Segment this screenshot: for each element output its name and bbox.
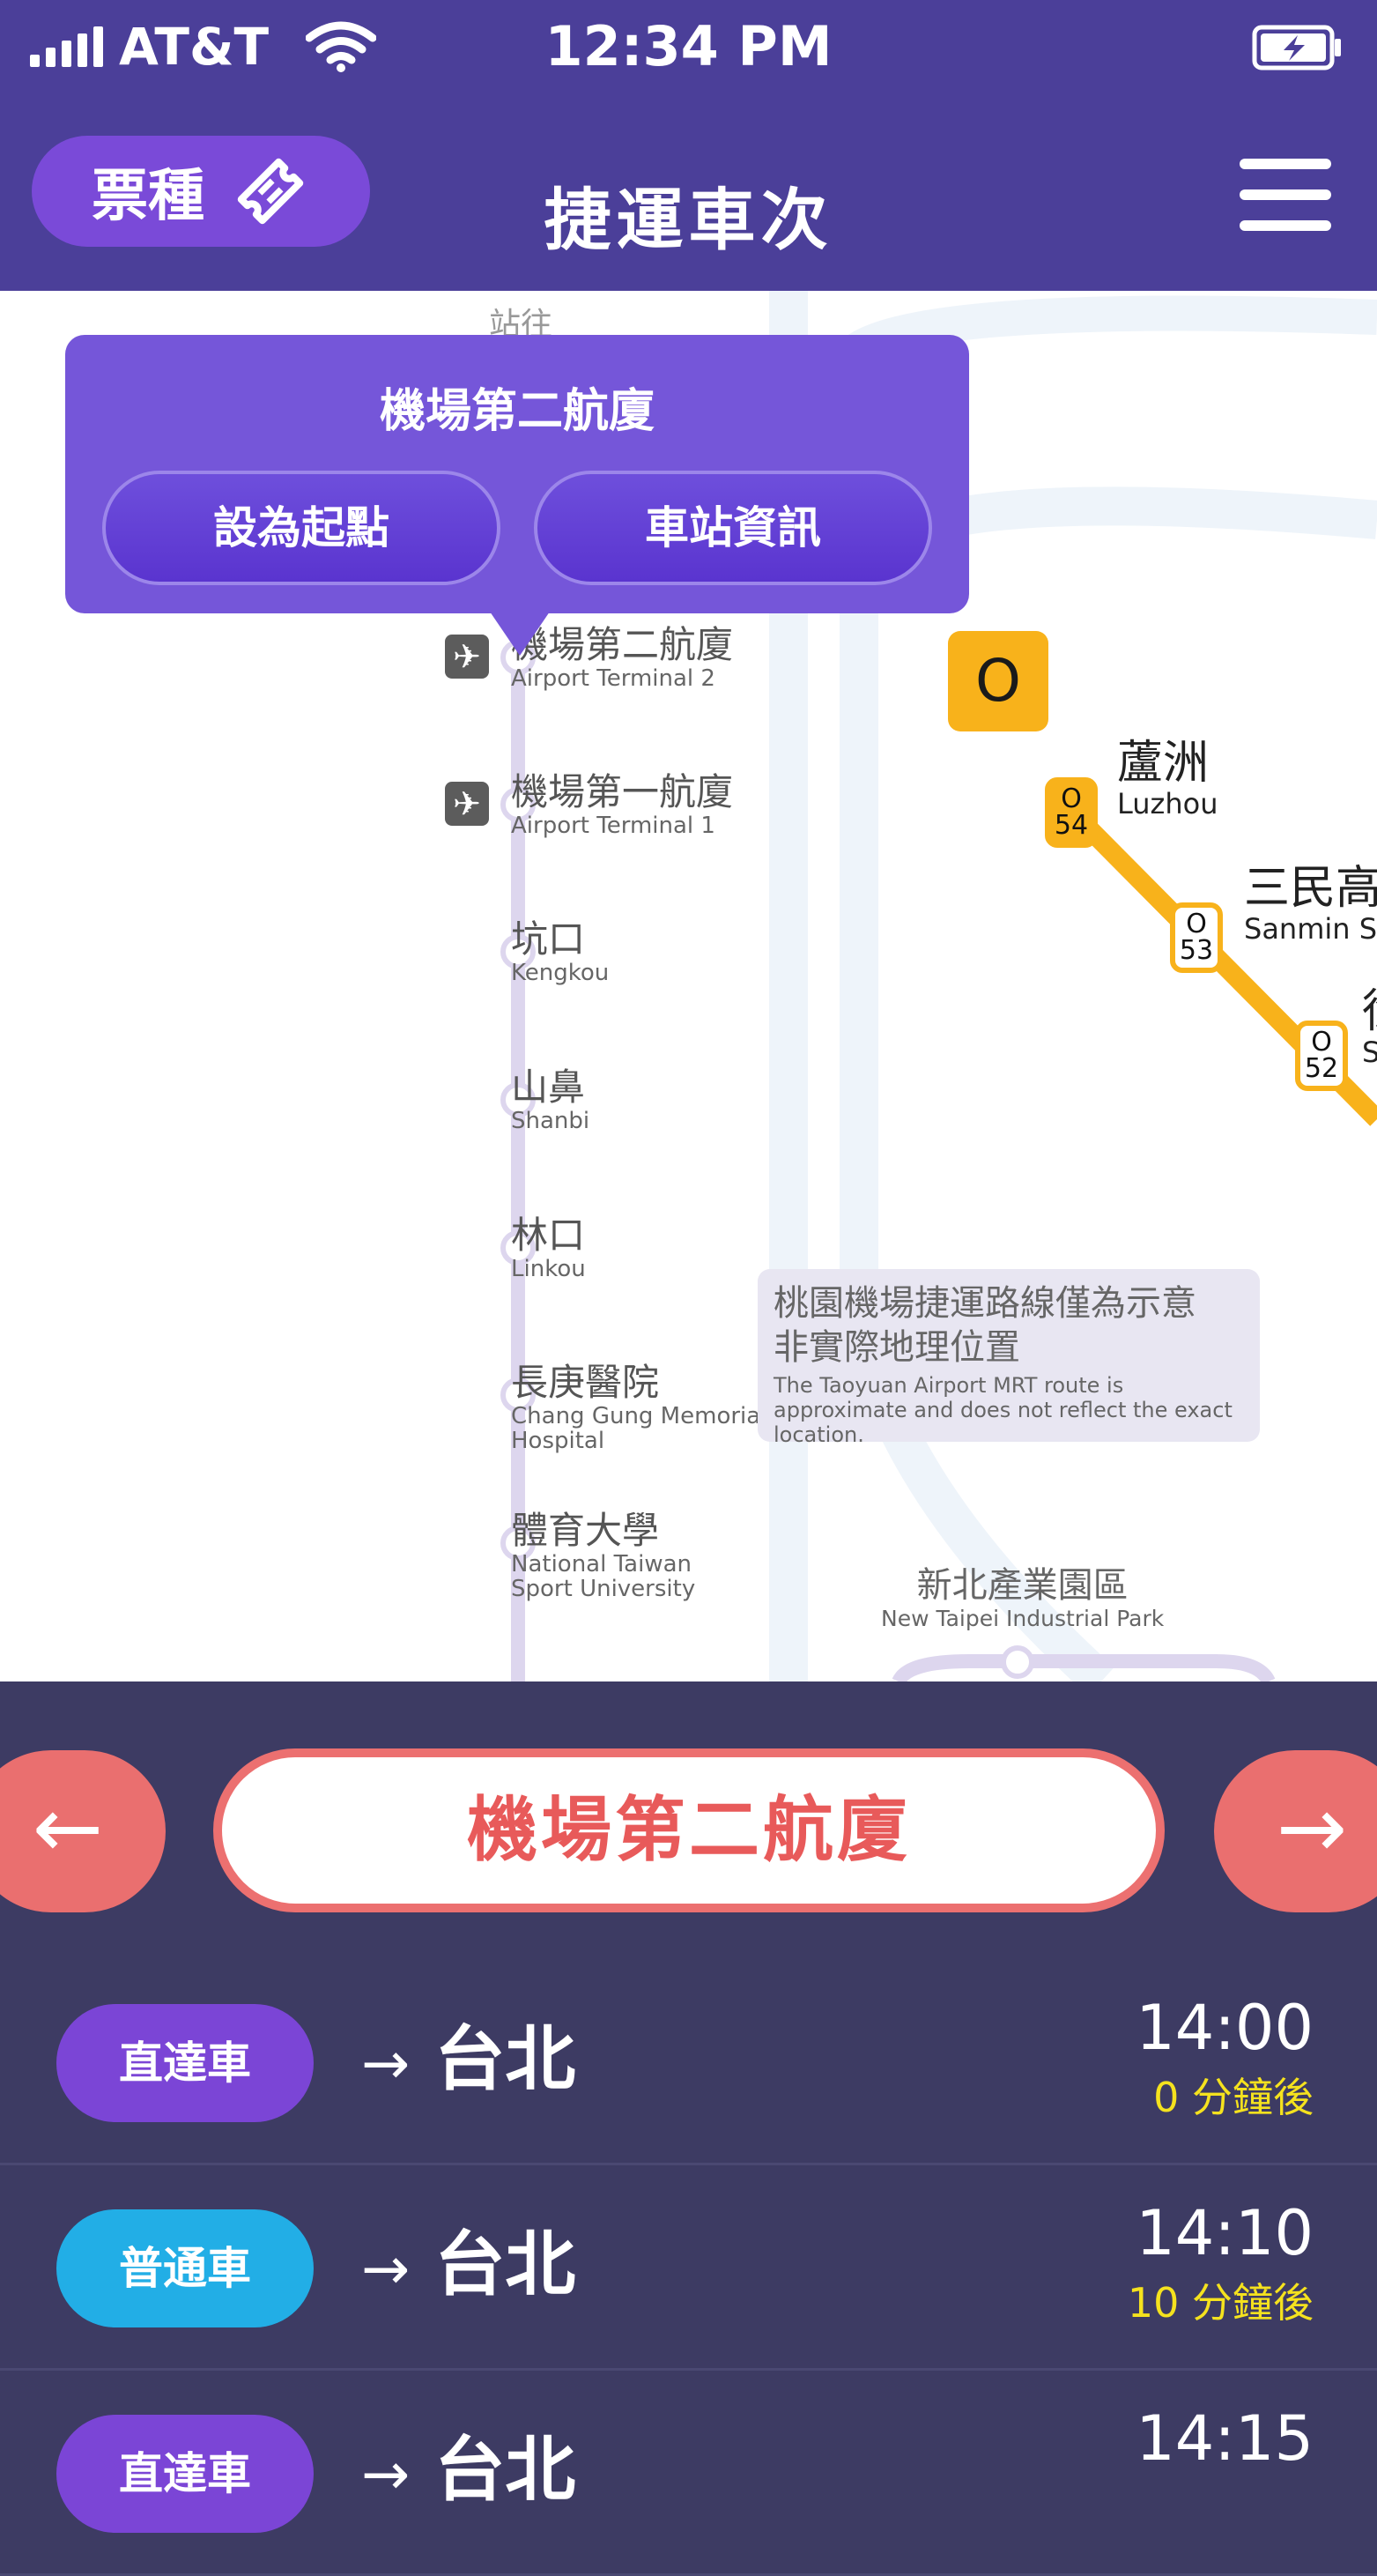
station-name-en: Airport Terminal 1 — [511, 813, 715, 839]
current-station-pill[interactable]: 機場第二航廈 — [213, 1748, 1165, 1912]
station-label-shanbi[interactable]: 山鼻 Shanbi — [511, 1065, 793, 1134]
station-name-en: Linkou — [511, 1256, 586, 1282]
arrow-right-icon: → — [1276, 1778, 1348, 1877]
station-name-zh: 山鼻 — [511, 1065, 586, 1109]
station-label-chang-gung[interactable]: 長庚醫院 Chang Gung Memorial Hospital — [511, 1361, 775, 1454]
train-type-badge: 普通車 — [56, 2209, 314, 2327]
station-label-airport-terminal-1[interactable]: 機場第一航廈 Airport Terminal 1 — [511, 770, 793, 839]
disclaimer-zh-line2: 非實際地理位置 — [774, 1327, 1020, 1368]
arrow-right-icon: → — [361, 2440, 411, 2508]
station-name-en: Shanbi — [511, 1108, 590, 1134]
station-name-zh: 徐 — [1362, 987, 1377, 1036]
station-name-zh: 三民高 — [1244, 862, 1377, 915]
map-disclaimer: 桃園機場捷運路線僅為示意 非實際地理位置 The Taoyuan Airport… — [758, 1269, 1260, 1447]
station-name-en: S — [1362, 1036, 1377, 1069]
arrow-left-icon: ← — [32, 1778, 104, 1877]
battery-icon — [1252, 25, 1341, 71]
train-row[interactable]: 普通車 → 台北 14:10 10 分鐘後 — [0, 2165, 1377, 2371]
train-destination: → 台北 — [361, 2208, 575, 2310]
disclaimer-en: The Taoyuan Airport MRT route is approxi… — [774, 1373, 1233, 1447]
station-label-airport-terminal-2[interactable]: 機場第二航廈 Airport Terminal 2 — [511, 623, 793, 692]
orange-stop-o52[interactable]: O 52 — [1295, 1021, 1348, 1091]
train-list: 直達車 → 台北 14:00 0 分鐘後 普通車 → 台北 14:10 10 分鐘後… — [0, 1960, 1377, 2576]
train-row[interactable]: 直達車 → 台北 14:00 0 分鐘後 — [0, 1960, 1377, 2165]
station-name-zh: 體育大學 — [511, 1509, 660, 1552]
orange-stop-label-partial[interactable]: 徐 S — [1362, 987, 1377, 1068]
train-row[interactable]: 直達車 → 台北 14:15 — [0, 2371, 1377, 2576]
disclaimer-zh-line1: 桃園機場捷運路線僅為示意 — [774, 1283, 1196, 1324]
countdown: 10 分鐘後 — [1127, 2279, 1314, 2327]
station-name-en: Kengkou — [511, 960, 610, 986]
app-header: 票種 捷運車次 — [0, 97, 1377, 291]
station-name-en: Airport Terminal 2 — [511, 665, 715, 692]
train-destination: → 台北 — [361, 2413, 575, 2515]
airport-icon: ✈ — [445, 635, 489, 679]
station-popup: 機場第二航廈 設為起點 車站資訊 — [65, 335, 969, 656]
hamburger-menu-icon[interactable] — [1240, 159, 1331, 231]
train-type-badge: 直達車 — [56, 2004, 314, 2122]
station-label-kengkou[interactable]: 坑口 Kengkou — [511, 917, 793, 986]
station-selector: ← 機場第二航廈 → — [0, 1681, 1377, 1981]
station-name-zh: 長庚醫院 — [511, 1361, 660, 1404]
station-name-en: Sanmin S — [1244, 912, 1377, 946]
destination-label: 台北 — [434, 2223, 576, 2305]
orange-line-badge: O — [948, 631, 1048, 731]
page-title: 捷運車次 — [544, 181, 833, 259]
station-name-en: Chang Gung Memorial Hospital — [511, 1403, 767, 1454]
station-name-en: Luzhou — [1117, 787, 1218, 820]
station-name-en: National Taiwan Sport University — [511, 1551, 696, 1602]
destination-label: 台北 — [434, 2429, 576, 2511]
route-map[interactable]: 站往 ✈ ✈ 機場第二航廈 Airport Terminal 2 機場第一航廈 … — [0, 291, 1377, 1681]
countdown: 0 分鐘後 — [1153, 2074, 1314, 2121]
train-type-badge: 直達車 — [56, 2415, 314, 2533]
station-name-zh: 機場第二航廈 — [511, 623, 734, 666]
station-name-en: New Taipei Industrial Park — [881, 1606, 1165, 1631]
popup-title: 機場第二航廈 — [379, 385, 655, 438]
stop-code-number: 52 — [1304, 1053, 1339, 1084]
arrow-right-icon: → — [361, 2235, 411, 2303]
departure-time: 14:00 — [1136, 1992, 1314, 2064]
clock: 12:34 PM — [544, 14, 833, 78]
airport-icon: ✈ — [445, 782, 489, 826]
next-station-button[interactable]: → — [1214, 1750, 1377, 1912]
set-origin-button[interactable]: 設為起點 — [102, 471, 500, 585]
orange-stop-label-sanmin[interactable]: 三民高 Sanmin S — [1244, 864, 1377, 945]
station-label-sport-university[interactable]: 體育大學 National Taiwan Sport University — [511, 1509, 714, 1602]
orange-stop-label-luzhou[interactable]: 蘆洲 Luzhou — [1117, 739, 1218, 820]
destination-label: 台北 — [434, 2018, 576, 2100]
stop-code-number: 54 — [1054, 810, 1089, 841]
station-name-zh: 林口 — [511, 1214, 586, 1257]
station-info-button[interactable]: 車站資訊 — [534, 471, 932, 585]
station-name-zh: 坑口 — [511, 917, 586, 961]
orange-stop-o54[interactable]: O 54 — [1045, 777, 1098, 848]
station-name-zh: 蘆洲 — [1117, 737, 1210, 790]
departure-time: 14:10 — [1136, 2197, 1314, 2269]
train-destination: → 台北 — [361, 2002, 575, 2105]
arrow-right-icon: → — [361, 2030, 411, 2097]
stop-code-number: 53 — [1179, 935, 1214, 966]
station-label-industrial-park[interactable]: 新北產業園區 New Taipei Industrial Park — [881, 1565, 1164, 1632]
station-name-zh: 機場第一航廈 — [511, 770, 734, 813]
orange-stop-o53[interactable]: O 53 — [1170, 902, 1223, 973]
departure-time: 14:15 — [1136, 2402, 1314, 2475]
station-name-zh: 新北產業園區 — [916, 1565, 1129, 1606]
station-label-linkou[interactable]: 林口 Linkou — [511, 1214, 793, 1282]
prev-station-button[interactable]: ← — [0, 1750, 166, 1912]
status-bar: AT&T 12:34 PM — [0, 0, 1377, 97]
